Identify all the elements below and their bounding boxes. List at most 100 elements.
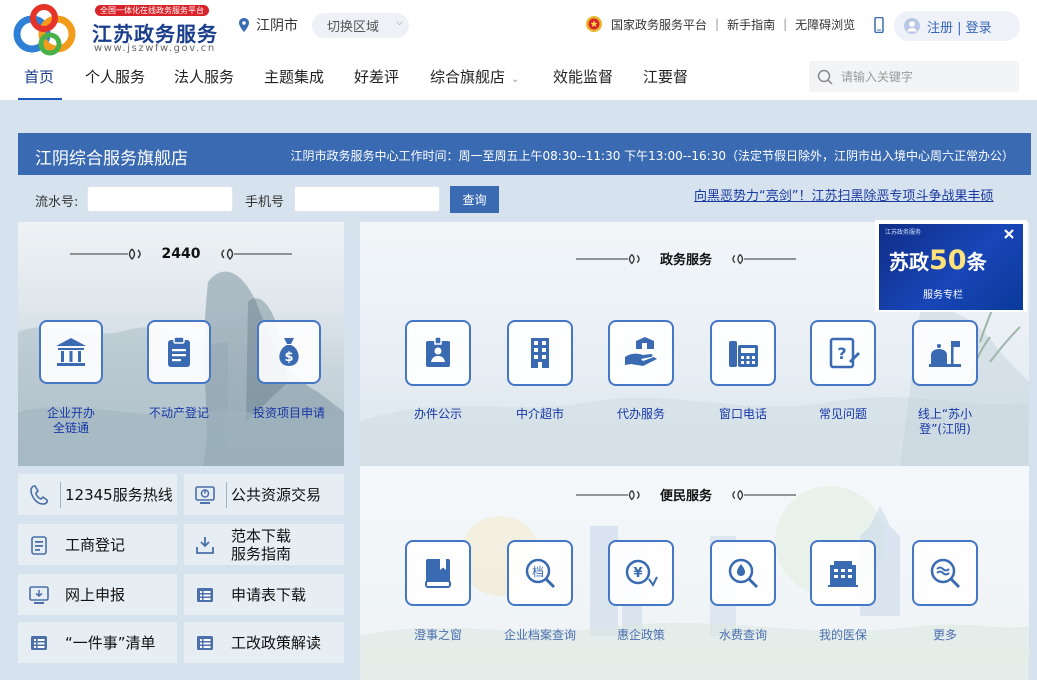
gov-service-agency-market[interactable]: 中介超市 [500,320,580,422]
switch-area-label: 切换区域 [327,20,380,35]
nav-active-underline [18,98,62,100]
search-icon[interactable] [817,69,833,85]
divider [60,481,61,508]
list-document-icon [197,587,213,602]
login-register-label: 注册 | 登录 [927,20,992,36]
nav-home[interactable]: 首页 [24,66,54,87]
login-register-button[interactable]: 注册 | 登录 [894,11,1020,41]
ornament-right-icon [732,253,797,264]
service-label: 我的医保 [818,628,867,642]
svg-text:$: $ [284,350,293,365]
quick-link-online-declaration[interactable]: 网上申报 [18,574,177,615]
service-icon-box [39,320,103,384]
gov-service-proxy[interactable]: 代办服务 [601,320,681,422]
divider [226,630,227,656]
gov-service-su-xiao-deng[interactable]: 线上“苏小 登”(江阴) [905,320,985,437]
section-title-text: 便民服务 [660,489,713,504]
quick-link-label: 12345服务热线 [65,485,173,504]
location-pin-icon [239,18,249,32]
nav-personal[interactable]: 个人服务 [85,66,145,87]
mobile-phone-icon[interactable] [874,17,884,33]
service-label: 更多 [932,628,957,642]
gov-service-window-phone[interactable]: 窗口电话 [703,320,783,422]
quick-link-template-download[interactable]: 范本下载 服务指南 [184,524,344,565]
water-drop-search-icon [728,558,759,589]
serial-number-label: 流水号: [35,195,79,210]
svg-text:¥: ¥ [633,566,642,581]
service-icon-box [810,540,876,606]
service-icon-box [608,320,674,386]
download-tray-icon [196,536,214,554]
service-label: 常见问题 [818,407,867,421]
link-national-platform[interactable]: 国家政务服务平台 [611,16,707,33]
people-service-more[interactable]: 更多 [905,540,985,643]
people-service-medical-insurance[interactable]: 我的医保 [803,540,883,643]
separator: | [715,17,720,31]
gov-service-faq[interactable]: ? 常见问题 [803,320,883,422]
store-banner: 江阴综合服务旗舰店 江阴市政务服务中心工作时间：周一至周五上午08:30--11… [18,133,1031,175]
nav-legal-person[interactable]: 法人服务 [174,66,234,87]
quick-link-business-registration[interactable]: 工商登记 [18,524,177,565]
close-icon[interactable] [1003,228,1015,240]
site-header: 全国一体化在线政务服务平台 江苏政务服务 www.jszwfw.gov.cn 江… [0,0,1037,100]
people-service-chengshi-window[interactable]: 澄事之窗 [398,540,478,643]
anti-crime-news-link[interactable]: 向黑恶势力“亮剑”！江苏扫黑除恶专项斗争战果丰硕 [694,185,993,204]
hospital-building-icon [828,561,858,587]
svg-text:档: 档 [532,565,544,579]
nav-flagship-store[interactable]: 综合旗舰店 ⌄ [430,66,519,87]
service-label: 投资项目申请 [252,406,325,420]
people-service-enterprise-archive[interactable]: 档 企业档案查询 [500,540,580,643]
divider [60,532,61,558]
ornament-right-icon [732,489,797,500]
quick-link-form-download[interactable]: 申请表下载 [184,574,344,615]
quick-link-one-thing-list[interactable]: “一件事”清单 [18,622,177,663]
quick-link-reform-policy[interactable]: 工改政策解读 [184,622,344,663]
service-investment-project[interactable]: $ 投资项目申请 [249,320,329,421]
site-logo[interactable]: 全国一体化在线政务服务平台 江苏政务服务 www.jszwfw.gov.cn [10,4,220,56]
popup-subtitle: 服务专栏 [923,290,963,301]
ornament-right-icon [221,248,293,260]
service-label: 惠企政策 [616,628,665,642]
phone-input[interactable] [294,186,440,212]
people-services-panel: 便民服务 澄事之窗 档 企业档案查询 ¥ 惠企政策 水费查询 我的医保 更多 [360,466,1029,680]
divider [226,582,227,608]
nav-theme[interactable]: 主题集成 [264,66,324,87]
ornament-left-icon [576,253,640,264]
service-label: 线上“苏小 登”(江阴) [917,407,973,436]
chevron-down-icon: ⌵ [396,18,403,28]
quick-link-label: 公共资源交易 [231,485,322,504]
su-zheng-50-popup[interactable]: 江苏政务服务 苏政50条 服务专栏 [875,220,1027,312]
people-services-title: 便民服务 [576,485,797,504]
quick-link-public-resources[interactable]: 公共资源交易 [184,474,344,515]
serial-number-input[interactable] [87,186,233,212]
more-search-icon [930,558,961,589]
nav-jiangyao-du[interactable]: 江要督 [643,66,688,87]
link-beginner-guide[interactable]: 新手指南 [727,16,775,33]
top-links: 国家政务服务平台 | 新手指南 | 无障碍浏览 [585,15,855,33]
switch-area-dropdown[interactable]: 切换区域 ⌵ [312,13,409,38]
nav-rating[interactable]: 好差评 [354,66,399,87]
national-emblem-icon [586,16,602,32]
service-enterprise-opening[interactable]: 企业开办 全链通 [31,320,111,436]
divider [226,481,227,508]
user-avatar-icon [904,18,920,34]
popup-title-number: 50 [929,245,967,276]
quick-link-12345-hotline[interactable]: 12345服务热线 [18,474,177,515]
people-service-water-fee[interactable]: 水费查询 [703,540,783,643]
link-accessibility[interactable]: 无障碍浏览 [795,16,855,33]
list-document-icon [197,635,213,650]
building-icon [531,338,549,368]
search-input[interactable] [841,69,1011,84]
current-city: 江阴市 [238,15,298,35]
chevron-down-icon: ⌄ [511,74,520,85]
popup-title: 苏政50条 [889,245,987,276]
hand-house-icon [625,337,657,366]
nav-flagship-label: 综合旗舰店 [430,68,506,86]
service-real-estate[interactable]: 不动产登记 [139,320,219,421]
people-service-enterprise-policy[interactable]: ¥ 惠企政策 [601,540,681,643]
gov-service-case-publicity[interactable]: 办件公示 [398,320,478,422]
nav-supervision[interactable]: 效能监督 [553,66,613,87]
service-label: 代办服务 [616,407,665,421]
flagship-services-panel: 2440 企业开办 全链通 不动产登记 $ 投资项目申请 [18,222,344,466]
query-button[interactable]: 查询 [450,186,499,213]
